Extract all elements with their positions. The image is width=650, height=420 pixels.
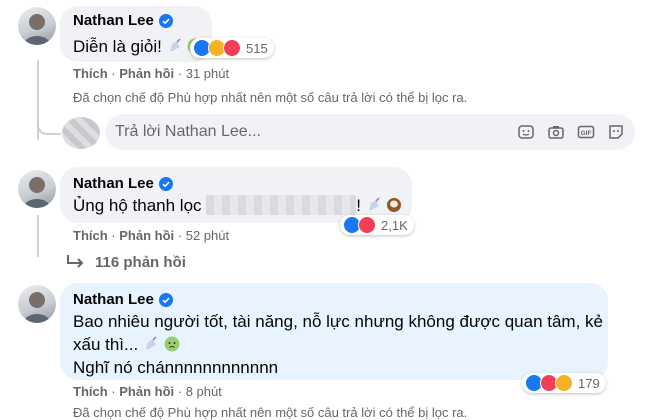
reply-button[interactable]: Phản hồi [119,384,174,399]
sick-face-emoji-icon [164,336,180,352]
like-button[interactable]: Thích [73,384,108,399]
reply-avatar [62,117,100,149]
reaction-summary[interactable]: 2,1K [340,215,414,235]
comment-actions: Thích · Phản hồi · 8 phút [73,384,222,399]
author-name[interactable]: Nathan Lee [73,12,154,29]
comment-timestamp[interactable]: 52 phút [186,228,229,243]
replies-count[interactable]: 116 phản hồi [95,254,186,271]
verified-badge-icon [158,13,173,28]
coconut-emoji-icon [387,198,402,212]
thread-line [37,215,39,257]
reaction-count: 179 [578,375,600,391]
comment-author[interactable]: Nathan Lee [73,12,173,29]
reply-tools: GIF [505,123,625,141]
avatar[interactable] [18,285,56,323]
care-reaction-icon [555,374,573,392]
comment-text: Bao nhiêu người tốt, tài năng, nỗ lực nh… [73,312,603,377]
reply-input[interactable]: Trả lời Nathan Lee... [115,123,261,141]
avatar[interactable] [18,170,56,208]
comment-author[interactable]: Nathan Lee [73,175,173,192]
verified-badge-icon [158,176,173,191]
love-reaction-icon [223,39,241,57]
reply-input-box[interactable]: Trả lời Nathan Lee... GIF [105,114,635,150]
comment-text: Diễn là giỏi! [73,35,203,58]
emoji-sticker-icon[interactable] [607,123,625,141]
unicorn-emoji-icon [145,336,157,349]
reaction-count: 515 [246,40,268,56]
author-name[interactable]: Nathan Lee [73,291,154,308]
comment-author[interactable]: Nathan Lee [73,291,173,308]
redacted-text [206,195,357,215]
reaction-summary[interactable]: 515 [190,38,274,58]
avatar[interactable] [18,7,56,45]
unicorn-emoji-icon [169,38,181,51]
svg-text:GIF: GIF [581,130,592,137]
author-name[interactable]: Nathan Lee [73,175,154,192]
comment-actions: Thích · Phản hồi · 31 phút [73,66,230,81]
sticker-icon[interactable] [517,123,535,141]
filter-note: Đã chọn chế độ Phù hợp nhất nên một số c… [73,90,468,105]
gif-icon[interactable]: GIF [577,123,595,141]
love-reaction-icon [358,216,376,234]
verified-badge-icon [158,292,173,307]
like-button[interactable]: Thích [73,66,108,81]
reaction-summary[interactable]: 179 [522,373,606,393]
view-replies-link[interactable]: 116 phản hồi [65,253,186,271]
like-button[interactable]: Thích [73,228,108,243]
thread-line-branch [37,115,61,135]
comment-text: Ủng hộ thanh lọc ! [73,194,402,217]
comment-timestamp[interactable]: 31 phút [186,66,229,81]
reaction-count: 2,1K [381,217,408,233]
reply-button[interactable]: Phản hồi [119,66,174,81]
camera-icon[interactable] [547,123,565,141]
reply-arrow-icon [67,255,84,268]
comment-timestamp[interactable]: 8 phút [186,384,222,399]
reply-button[interactable]: Phản hồi [119,228,174,243]
unicorn-emoji-icon [368,197,380,210]
comment-actions: Thích · Phản hồi · 52 phút [73,228,230,243]
